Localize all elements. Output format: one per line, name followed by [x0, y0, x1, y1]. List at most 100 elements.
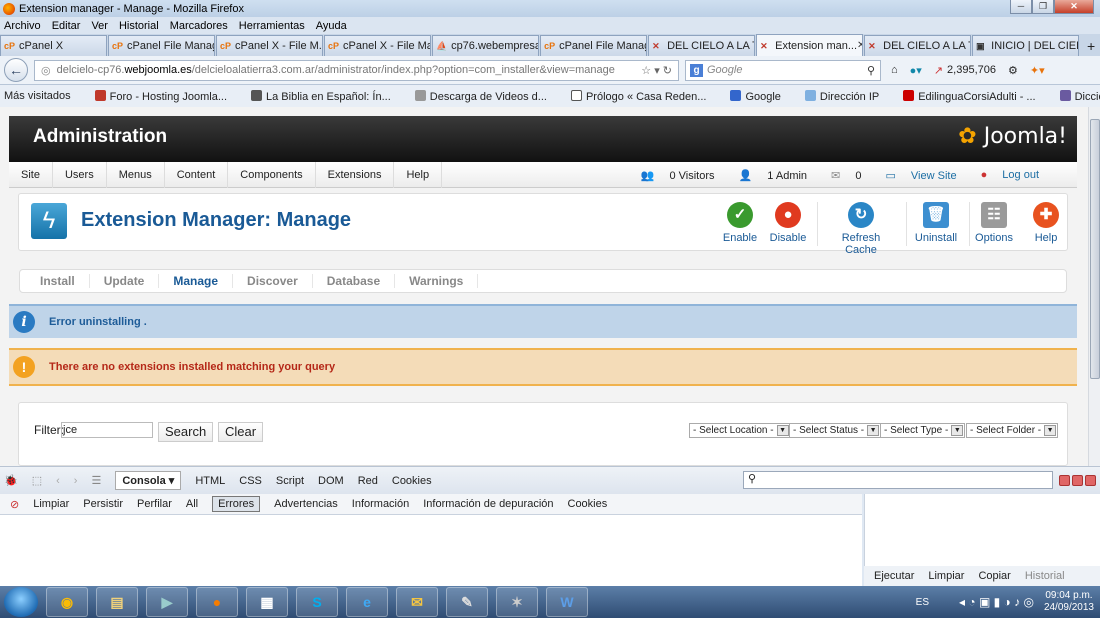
- firebug-tab-css[interactable]: CSS: [239, 475, 262, 487]
- firebug-icon[interactable]: ✦▾: [1030, 64, 1045, 77]
- bookmark-foro[interactable]: Foro - Hosting Joomla...: [94, 89, 239, 103]
- bookmark-direccion-ip[interactable]: Dirección IP: [804, 89, 891, 103]
- help-button[interactable]: ✚ Help: [1029, 202, 1063, 244]
- refresh-cache-button[interactable]: ↻ Refresh Cache: [825, 202, 897, 256]
- close-tab-icon[interactable]: ✕: [857, 40, 862, 51]
- ie-taskbar-icon[interactable]: e: [346, 587, 388, 617]
- console-informacion[interactable]: Información: [352, 498, 409, 510]
- firebug-minimize-icon[interactable]: [1059, 475, 1070, 486]
- menu-menus[interactable]: Menus: [107, 161, 165, 188]
- minimize-button[interactable]: ─: [1010, 0, 1032, 14]
- firefox-taskbar-icon[interactable]: ●: [196, 587, 238, 617]
- limpiar-button[interactable]: Limpiar: [928, 570, 964, 582]
- console-advertencias[interactable]: Advertencias: [274, 498, 338, 510]
- search-field[interactable]: g Google ⚲: [685, 59, 881, 81]
- menu-extensions[interactable]: Extensions: [316, 161, 395, 188]
- new-tab-button[interactable]: +: [1082, 36, 1100, 56]
- tab-cpanel-file-manag[interactable]: cPcPanel File Manag...: [540, 35, 648, 56]
- forward-arrow-icon[interactable]: ›: [74, 475, 78, 487]
- firebug-search-input[interactable]: ⚲: [743, 471, 1053, 489]
- skype-taskbar-icon[interactable]: S: [296, 587, 338, 617]
- disable-button[interactable]: ● Disable: [765, 202, 811, 244]
- subnav-discover[interactable]: Discover: [233, 274, 313, 288]
- tab-del-cielo-2[interactable]: ✕ DEL CIELO A LA TI...: [864, 35, 972, 56]
- menu-components[interactable]: Components: [228, 161, 316, 188]
- menu-marcadores[interactable]: Marcadores: [170, 20, 228, 32]
- tab-inicio[interactable]: ▣ INICIO | DEL CIEL...: [972, 35, 1080, 56]
- language-indicator[interactable]: ES: [916, 597, 929, 608]
- menu-historial[interactable]: Historial: [119, 20, 159, 32]
- subnav-install[interactable]: Install: [26, 274, 90, 288]
- ejecutar-button[interactable]: Ejecutar: [874, 570, 914, 582]
- menu-site[interactable]: Site: [9, 161, 53, 188]
- console-clear-icon[interactable]: ⊘: [10, 498, 19, 511]
- subnav-update[interactable]: Update: [90, 274, 160, 288]
- select-folder[interactable]: - Select Folder - ▼: [966, 423, 1059, 438]
- tab-cpanel[interactable]: cP cPanel X: [0, 35, 108, 56]
- network-taskbar-icon[interactable]: ✶: [496, 587, 538, 617]
- bookmark-mas-visitados[interactable]: Más visitados: [4, 90, 83, 102]
- menu-content[interactable]: Content: [165, 161, 229, 188]
- back-arrow-icon[interactable]: ‹: [56, 475, 60, 487]
- close-window-button[interactable]: ✕: [1054, 0, 1094, 14]
- menu-herramientas[interactable]: Herramientas: [239, 20, 305, 32]
- bookmark-descarga[interactable]: Descarga de Videos d...: [414, 89, 559, 103]
- menu-ver[interactable]: Ver: [91, 20, 108, 32]
- select-type[interactable]: - Select Type - ▼: [880, 423, 966, 438]
- folder-taskbar-icon[interactable]: ✉: [396, 587, 438, 617]
- subnav-warnings[interactable]: Warnings: [395, 274, 479, 288]
- clear-button[interactable]: Clear: [218, 422, 264, 442]
- tab-del-cielo-1[interactable]: ✕ DEL CIELO A LA TI...: [648, 35, 756, 56]
- copiar-button[interactable]: Copiar: [978, 570, 1010, 582]
- historial-button[interactable]: Historial: [1025, 570, 1065, 582]
- tab-cpanel-file-manager[interactable]: cPcPanel File Manag...: [108, 35, 216, 56]
- clock[interactable]: 09:04 p.m. 24/09/2013: [1044, 590, 1094, 614]
- media-player-taskbar-icon[interactable]: ▶: [146, 587, 188, 617]
- uninstall-button[interactable]: 🗑 Uninstall: [913, 202, 959, 244]
- menu-editar[interactable]: Editar: [52, 20, 81, 32]
- firebug-tab-script[interactable]: Script: [276, 475, 304, 487]
- console-perfilar[interactable]: Perfilar: [137, 498, 172, 510]
- options-button[interactable]: ☷ Options: [975, 202, 1013, 244]
- firebug-tab-cookies[interactable]: Cookies: [392, 475, 432, 487]
- subnav-manage[interactable]: Manage: [159, 274, 234, 288]
- extension-icon[interactable]: ⚙: [1008, 64, 1018, 77]
- scrollbar-thumb[interactable]: [1090, 119, 1100, 379]
- bookmark-diccionario[interactable]: Diccionario de la leng...: [1059, 89, 1100, 103]
- bookmark-biblia[interactable]: La Biblia en Español: Ín...: [251, 89, 403, 103]
- bookmark-edilingua[interactable]: EdilinguaCorsiAdulti - ...: [903, 89, 1047, 103]
- tab-webempresa[interactable]: ⛵cp76.webempresa...: [432, 35, 540, 56]
- menu-help[interactable]: Help: [394, 161, 443, 188]
- word-taskbar-icon[interactable]: W: [546, 587, 588, 617]
- filter-input[interactable]: jce: [61, 422, 153, 438]
- tools-taskbar-icon[interactable]: ✎: [446, 587, 488, 617]
- firebug-tab-dom[interactable]: DOM: [318, 475, 344, 487]
- subnav-database[interactable]: Database: [313, 274, 396, 288]
- search-button[interactable]: Search: [158, 422, 214, 442]
- command-editor[interactable]: [864, 494, 1100, 566]
- bookmark-google[interactable]: Google: [730, 89, 792, 103]
- console-depuracion[interactable]: Información de depuración: [423, 498, 553, 510]
- list-icon[interactable]: ☰: [91, 474, 101, 487]
- tab-cpanel-file-m[interactable]: cP cPanel X - File M...: [216, 35, 324, 56]
- firebug-close-icon[interactable]: [1085, 475, 1096, 486]
- url-bar[interactable]: ◎ delcielo-cp76. webjoomla.es/delcieloala…: [34, 59, 679, 81]
- back-button[interactable]: ←: [4, 58, 28, 82]
- console-cookies[interactable]: Cookies: [568, 498, 608, 510]
- firebug-icon[interactable]: 🐞: [4, 474, 18, 487]
- firebug-tab-consola[interactable]: Consola ▾: [115, 471, 182, 490]
- bookmark-star-icon[interactable]: ☆ ▾ ↻: [641, 64, 678, 77]
- tab-cpanel-file-ma[interactable]: cPcPanel X - File Ma...: [324, 35, 432, 56]
- chrome-taskbar-icon[interactable]: ◉: [46, 587, 88, 617]
- tray-icons[interactable]: ◂ ◔ ▣ ▮ ◑ ♪ ◎: [959, 595, 1034, 609]
- console-limpiar[interactable]: Limpiar: [33, 498, 69, 510]
- bookmark-prologo[interactable]: Prólogo « Casa Reden...: [570, 89, 718, 103]
- calculator-taskbar-icon[interactable]: ▦: [246, 587, 288, 617]
- console-errores[interactable]: Errores: [212, 496, 261, 512]
- messages-count[interactable]: ✉ 0: [819, 169, 861, 182]
- console-all[interactable]: All: [186, 498, 198, 510]
- firebug-tab-red[interactable]: Red: [358, 475, 378, 487]
- enable-button[interactable]: ✓ Enable: [719, 202, 761, 244]
- menu-users[interactable]: Users: [53, 161, 107, 188]
- search-icon[interactable]: ⚲: [867, 64, 875, 77]
